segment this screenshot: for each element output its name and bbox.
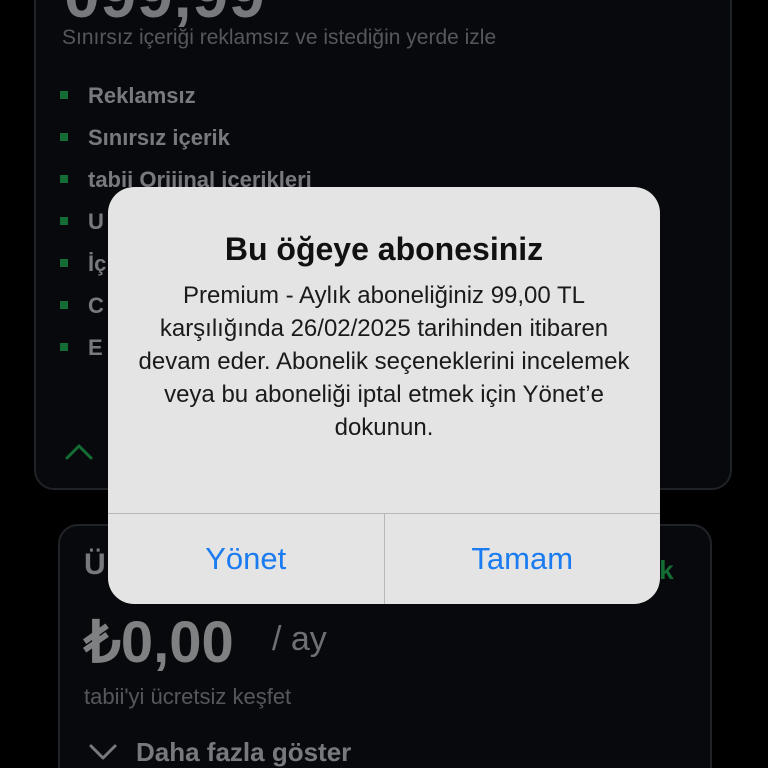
manage-button[interactable]: Yönet: [108, 514, 384, 604]
alert-actions: Yönet Tamam: [108, 513, 660, 604]
screen: 099,99 Sınırsız içeriği reklamsız ve ist…: [0, 0, 768, 768]
subscription-alert: Bu öğeye abonesiniz Premium - Aylık abon…: [108, 187, 660, 604]
ok-button[interactable]: Tamam: [383, 514, 661, 604]
alert-message: Premium - Aylık aboneliğiniz 99,00 TL ka…: [138, 282, 630, 441]
alert-title: Bu öğeye abonesiniz: [224, 231, 544, 267]
